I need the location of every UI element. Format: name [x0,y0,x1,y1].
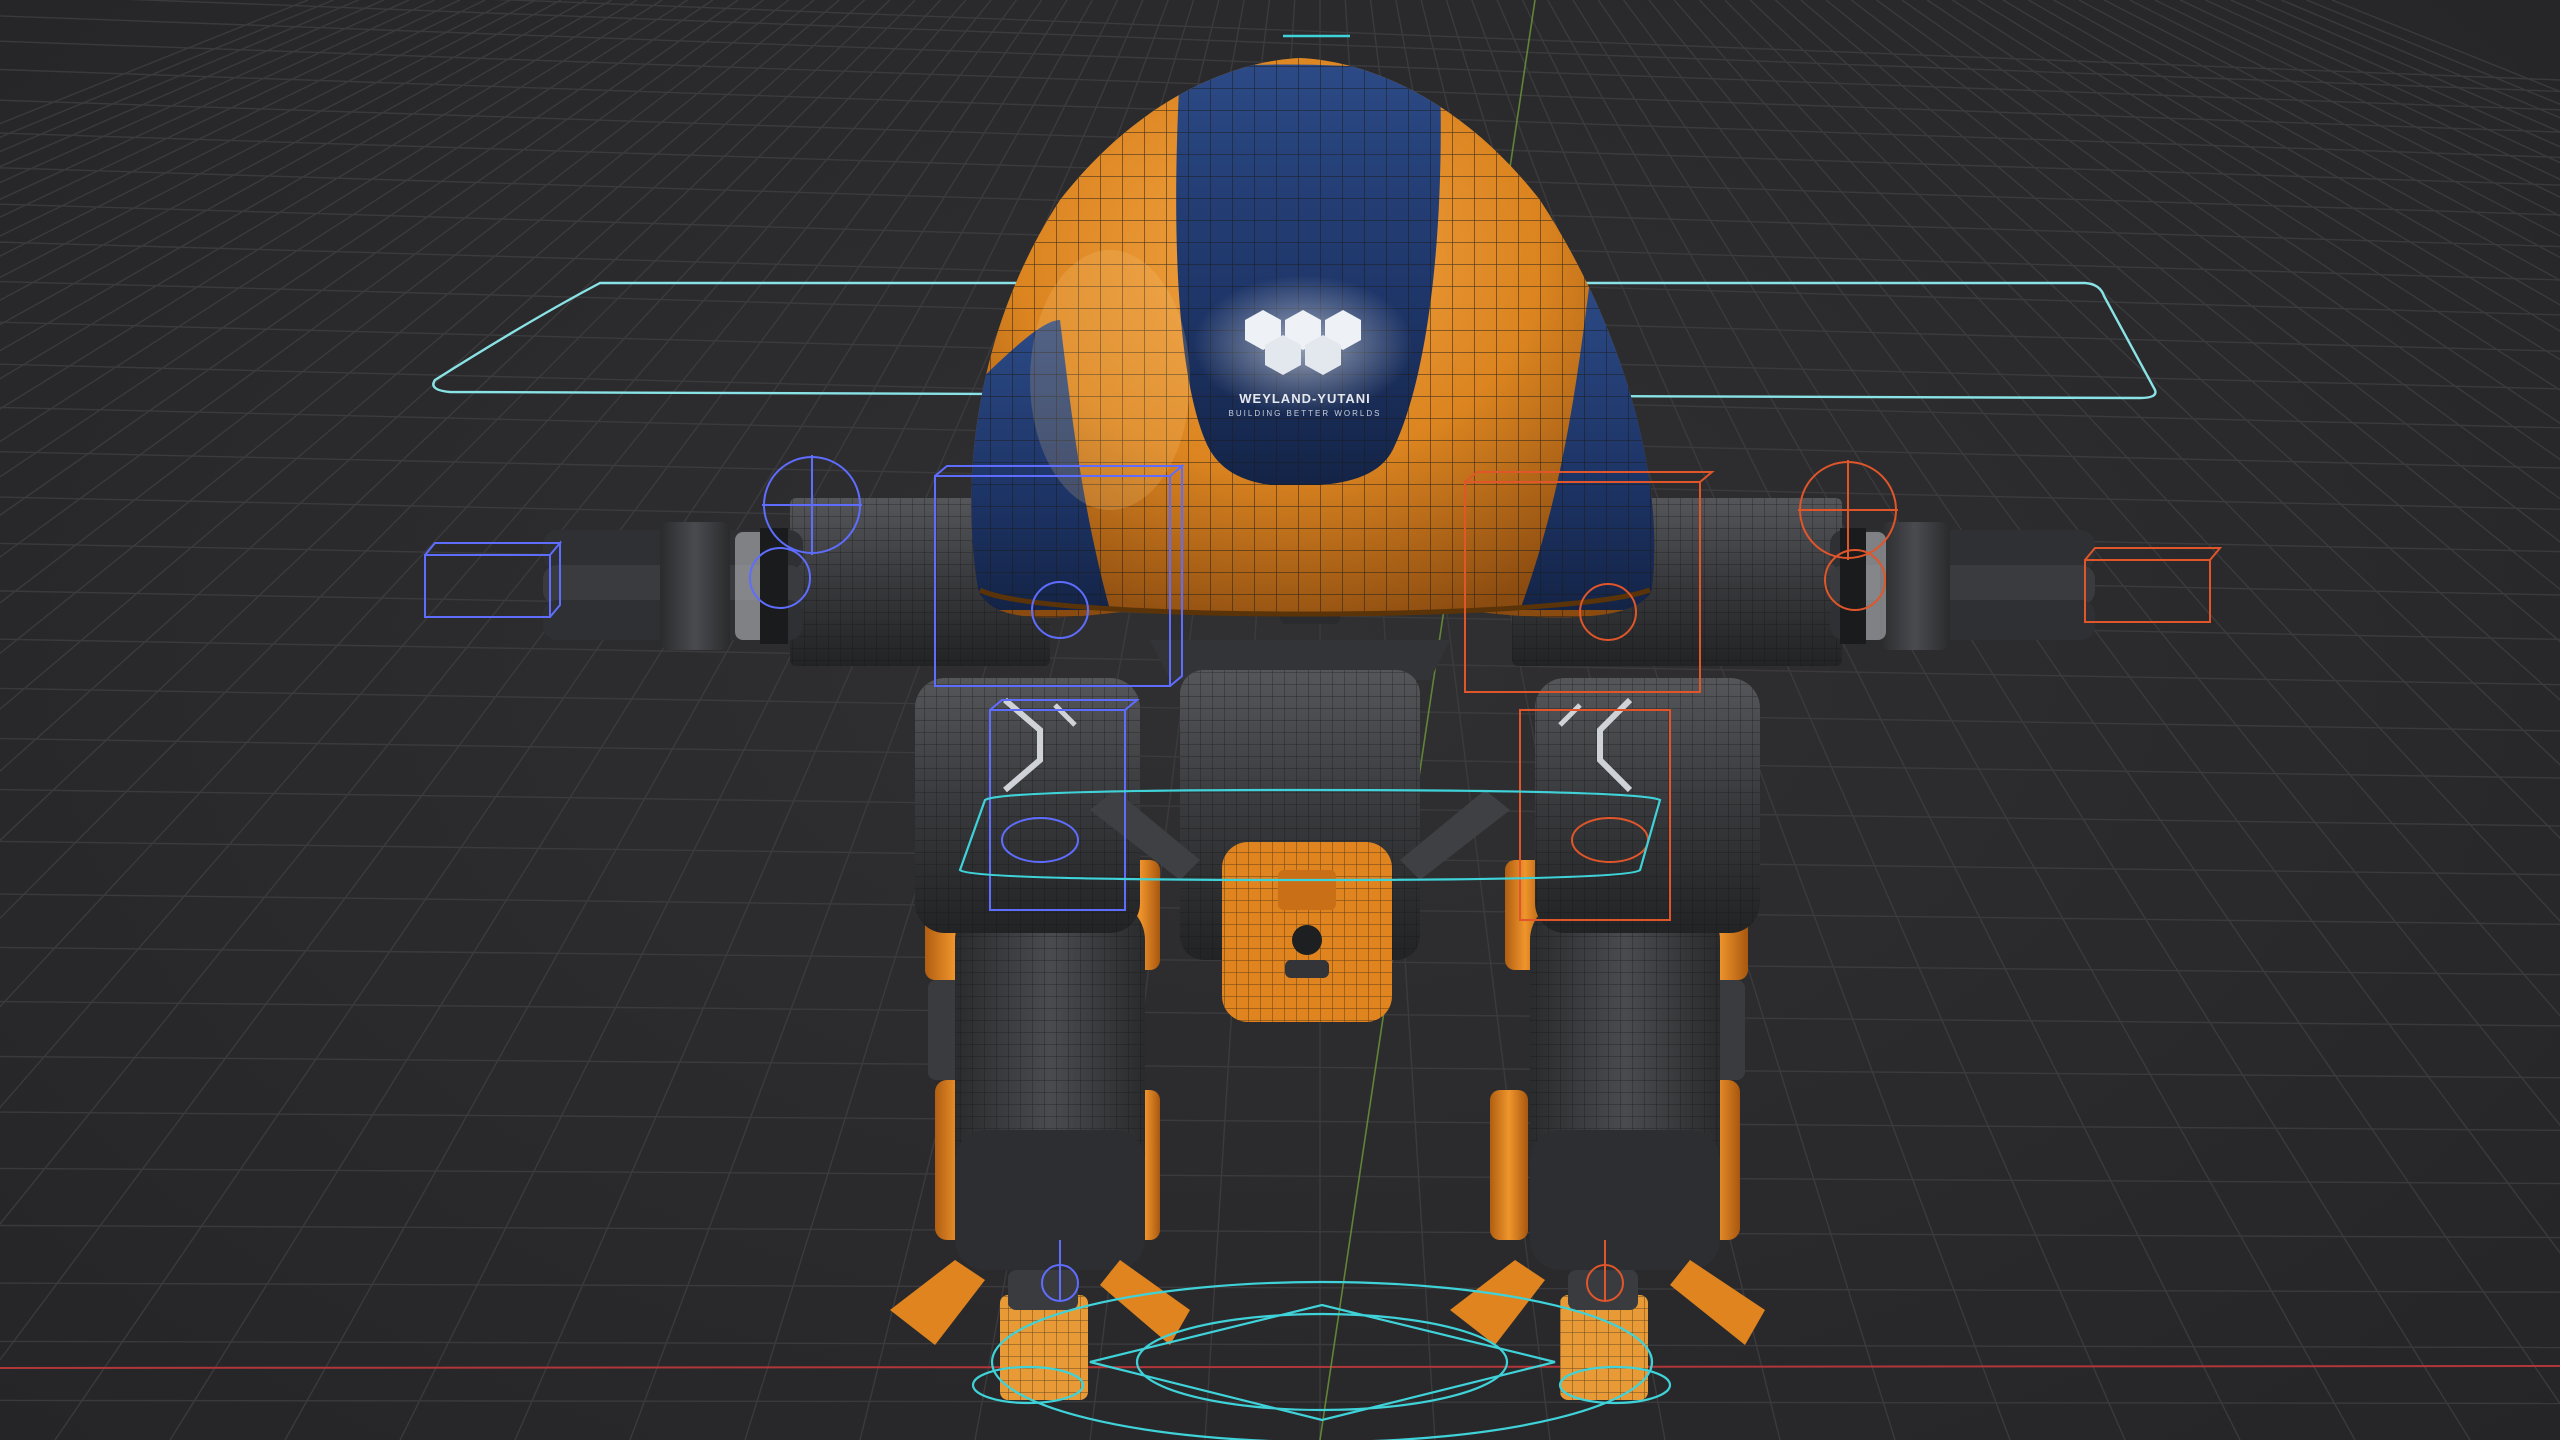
grid-line [0,0,511,257]
left-gun-control-box[interactable] [424,554,551,618]
grid-line [0,1224,2560,1239]
root-control-inner[interactable] [1135,1312,1509,1412]
grid-line [54,0,1043,1440]
grid-line [0,0,942,1008]
grid-line [0,0,714,478]
grid-line [2230,0,2560,148]
grid-line [2129,0,2560,217]
grid-line [1850,0,2560,543]
left-leg[interactable] [915,678,1160,1270]
grid-line [2281,0,2560,119]
helmet-highlight [1030,250,1190,510]
grid-line [0,0,891,842]
grid-line [0,1340,2560,1349]
grid-line [1901,0,2560,461]
x-axis-line [0,1365,2560,1369]
grid-line [1698,0,2560,922]
grid-line [1724,0,2560,839]
grid-line [0,1399,2560,1405]
grid-line [0,0,967,1109]
grid-line [2154,0,2560,198]
grid-line [0,0,587,326]
grid-line [2028,0,2560,306]
grid-line [0,0,992,1226]
right-gun-control-box[interactable] [2084,559,2211,623]
grid-line [0,0,638,380]
grid-line [0,0,309,125]
grid-line [0,0,612,352]
grid-line [0,1167,2560,1185]
right-foot[interactable] [1450,1260,1765,1400]
logo-tagline: BUILDING BETTER WORLDS [1229,409,1382,418]
grid-line [0,0,435,201]
grid-line [2078,0,2560,259]
3d-viewport[interactable]: WEYLAND-YUTANI BUILDING BETTER WORLDS [0,0,2560,1440]
logo-name: WEYLAND-YUTANI [1239,391,1370,406]
grid-line [2179,0,2560,181]
grid-line [0,1055,2560,1079]
grid-line [0,1282,2560,1293]
left-foot[interactable] [890,1260,1190,1400]
grid-line [0,0,334,138]
grid-line [1952,0,2560,391]
grid-line [0,0,866,773]
grid-line [2205,0,2560,164]
grid-line [0,0,562,301]
grid-line [1977,0,2560,361]
grid-line [0,0,663,410]
right-leg[interactable] [1490,678,1760,1270]
grid-line [0,0,410,184]
grid-line [1673,0,2560,1017]
grid-line [0,0,739,517]
grid-line [2002,0,2560,332]
